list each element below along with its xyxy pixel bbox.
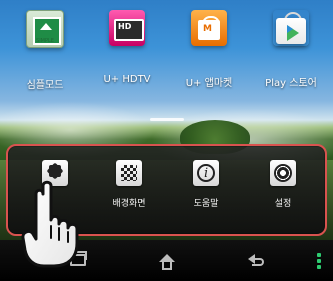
home-screen: SIMPLE 심플모드 HD U+ HDTV M U+ 앱마켓 Play 스토어…	[0, 0, 333, 281]
page-indicator	[150, 118, 184, 121]
settings-glyph	[274, 164, 292, 182]
menu-item-help[interactable]: 도움말	[171, 160, 241, 230]
navigation-bar	[0, 240, 333, 281]
simple-mode-icon-text: SIMPLE	[36, 38, 54, 44]
star-glyph	[49, 165, 61, 177]
menu-item-label: 도움말	[193, 199, 219, 209]
app-market[interactable]: M U+ 앱마켓	[168, 10, 250, 100]
menu-item-label: 배경화면	[112, 199, 146, 209]
play-store-icon	[273, 10, 309, 46]
app-label: Play 스토어	[265, 78, 317, 89]
menu-dot	[317, 253, 321, 257]
options-menu-panel: 배경화면 도움말 설정	[6, 144, 327, 236]
star-icon	[42, 160, 68, 186]
home-button[interactable]	[145, 248, 189, 274]
app-label: 심플모드	[26, 80, 64, 91]
recent-apps-icon	[70, 251, 87, 266]
menu-item-label: 설정	[274, 199, 292, 209]
app-hdtv[interactable]: HD U+ HDTV	[86, 10, 168, 100]
market-icon-text: M	[203, 24, 212, 34]
menu-item-settings[interactable]: 설정	[248, 160, 318, 230]
more-options-icon[interactable]	[316, 251, 322, 273]
hdtv-icon: HD	[109, 10, 145, 46]
app-market-icon: M	[191, 10, 227, 46]
home-app-row: SIMPLE 심플모드 HD U+ HDTV M U+ 앱마켓 Play 스토어	[0, 0, 333, 110]
menu-item-star[interactable]	[20, 160, 90, 230]
app-label: U+ HDTV	[103, 74, 151, 85]
back-button[interactable]	[234, 248, 278, 274]
settings-icon	[270, 160, 296, 186]
app-simple-mode[interactable]: SIMPLE 심플모드	[4, 10, 86, 100]
recent-apps-button[interactable]	[56, 248, 100, 274]
menu-dot	[317, 265, 321, 269]
wallpaper-icon	[116, 160, 142, 186]
back-icon	[246, 252, 268, 270]
home-icon	[157, 251, 177, 271]
menu-item-wallpaper[interactable]: 배경화면	[94, 160, 164, 230]
simple-mode-icon: SIMPLE	[26, 10, 64, 48]
app-play-store[interactable]: Play 스토어	[250, 10, 332, 100]
info-glyph	[197, 164, 215, 182]
menu-dot	[317, 259, 321, 263]
app-label: U+ 앱마켓	[185, 78, 233, 89]
checker-glyph	[121, 165, 137, 181]
simple-mode-icon-house	[40, 23, 52, 30]
help-info-icon	[193, 160, 219, 186]
hdtv-icon-text: HD	[118, 22, 132, 31]
play-triangle-accent	[287, 25, 293, 33]
